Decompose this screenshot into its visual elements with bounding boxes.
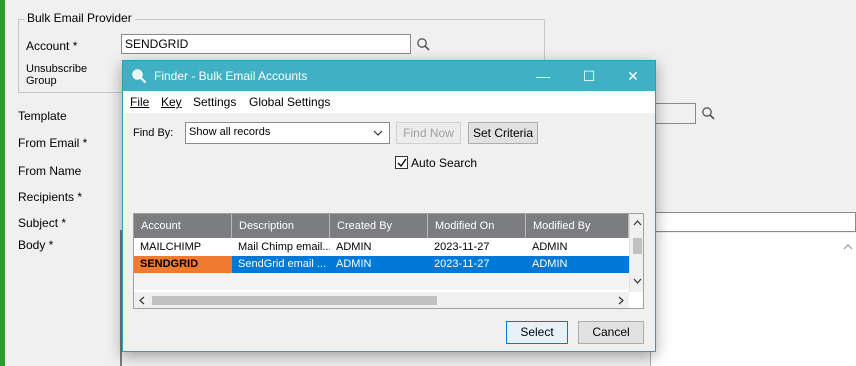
menu-file[interactable]: File <box>130 95 149 109</box>
menu-key[interactable]: Key <box>161 95 182 109</box>
select-button[interactable]: Select <box>506 321 568 344</box>
cell-description: SendGrid email ... <box>238 258 327 270</box>
scroll-down-icon[interactable] <box>633 278 642 284</box>
menu-bar: File Key Settings Global Settings <box>123 91 655 113</box>
subject-field[interactable] <box>650 212 856 232</box>
cancel-button[interactable]: Cancel <box>578 321 644 344</box>
find-by-value: Show all records <box>189 126 271 138</box>
column-header-description[interactable]: Description <box>232 214 330 238</box>
menu-file-label: File <box>130 95 150 109</box>
account-lookup-icon[interactable] <box>416 37 430 51</box>
vertical-scrollbar[interactable] <box>629 214 643 292</box>
checkbox-box <box>395 156 408 169</box>
unsubscribe-label-line1: Unsubscribe <box>26 63 88 75</box>
menu-global-settings[interactable]: Global Settings <box>249 95 330 109</box>
template-lookup-icon[interactable] <box>701 106 715 120</box>
dialog-titlebar[interactable]: Finder - Bulk Email Accounts — ☐ ✕ <box>123 61 655 91</box>
cell-modified-on: 2023-11-27 <box>434 258 490 270</box>
account-label: Account * <box>26 39 78 53</box>
scroll-up-icon[interactable] <box>843 243 853 251</box>
cell-created-by: ADMIN <box>336 258 372 270</box>
account-field[interactable]: SENDGRID <box>121 34 411 54</box>
column-header-created-by[interactable]: Created By <box>330 214 428 238</box>
chevron-down-icon <box>373 130 383 136</box>
from-email-label: From Email * <box>18 136 88 150</box>
table-row[interactable]: MAILCHIMP Mail Chimp email... ADMIN 2023… <box>134 239 629 256</box>
cell-created-by: ADMIN <box>336 241 372 253</box>
subject-label: Subject * <box>18 216 67 230</box>
cell-account: SENDGRID <box>134 256 232 273</box>
column-header-modified-by[interactable]: Modified By <box>526 214 629 238</box>
finder-dialog: Finder - Bulk Email Accounts — ☐ ✕ File … <box>122 60 656 352</box>
results-grid: Account Description Created By Modified … <box>133 213 644 309</box>
cell-description: Mail Chimp email... <box>238 241 330 253</box>
column-header-modified-on[interactable]: Modified On <box>428 214 526 238</box>
unsubscribe-group-label: Unsubscribe Group <box>26 63 87 87</box>
close-button[interactable]: ✕ <box>610 61 656 91</box>
template-label: Template <box>18 109 67 123</box>
cell-modified-on: 2023-11-27 <box>434 241 490 253</box>
template-field[interactable] <box>650 103 696 124</box>
left-accent-bar <box>0 0 5 366</box>
cell-modified-by: ADMIN <box>532 258 568 270</box>
maximize-button[interactable]: ☐ <box>566 61 612 91</box>
finder-icon <box>132 69 147 84</box>
recipients-label: Recipients * <box>18 190 83 204</box>
cell-modified-by: ADMIN <box>532 241 568 253</box>
set-criteria-button[interactable]: Set Criteria <box>468 122 538 144</box>
unsubscribe-label-line2: Group <box>26 75 57 87</box>
find-now-button[interactable]: Find Now <box>396 122 461 144</box>
menu-key-label: Key <box>161 95 182 109</box>
scroll-up-icon[interactable] <box>633 220 642 226</box>
cell-account: MAILCHIMP <box>140 241 202 253</box>
find-by-select[interactable]: Show all records <box>185 122 390 144</box>
group-title: Bulk Email Provider <box>24 11 135 25</box>
auto-search-label: Auto Search <box>411 156 478 170</box>
checkmark-icon <box>397 158 407 168</box>
scroll-left-icon[interactable] <box>139 296 145 305</box>
from-name-label: From Name <box>18 164 82 178</box>
empty-row <box>134 273 629 290</box>
auto-search-checkbox[interactable]: Auto Search <box>395 155 495 171</box>
minimize-button[interactable]: — <box>520 61 566 91</box>
find-by-label: Find By: <box>133 127 174 139</box>
horizontal-scrollbar[interactable] <box>134 292 629 308</box>
dialog-title: Finder - Bulk Email Accounts <box>154 69 308 83</box>
menu-settings[interactable]: Settings <box>193 95 236 109</box>
horizontal-scroll-thumb[interactable] <box>152 296 437 305</box>
scroll-right-icon[interactable] <box>618 296 624 305</box>
body-label: Body * <box>18 238 54 252</box>
body-editor[interactable] <box>650 233 856 366</box>
vertical-scroll-thumb[interactable] <box>633 238 642 254</box>
column-header-account[interactable]: Account <box>134 214 232 238</box>
table-row-selected[interactable]: SENDGRID SendGrid email ... ADMIN 2023-1… <box>134 256 629 273</box>
